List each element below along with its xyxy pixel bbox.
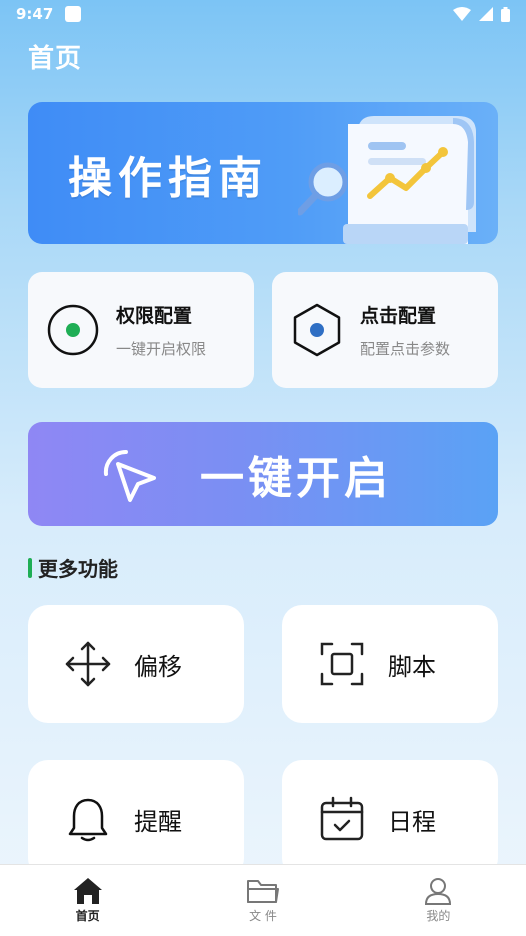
tab-home-label: 首页: [75, 909, 100, 923]
notification-icon: [65, 6, 82, 22]
user-icon: [425, 878, 452, 905]
section-accent-bar: [28, 557, 32, 578]
status-time: 9:47: [16, 5, 54, 23]
tab-mine-label: 我的: [426, 909, 451, 923]
one-key-start-button[interactable]: 一键开启: [28, 422, 498, 526]
home-icon: [73, 878, 102, 904]
radio-dot-icon: [46, 303, 100, 357]
one-key-start-label: 一键开启: [200, 453, 392, 504]
permission-config-title: 权限配置: [116, 305, 193, 327]
tab-files-label: 文 件: [249, 909, 277, 923]
tab-home[interactable]: 首页: [0, 865, 175, 936]
feature-schedule-label: 日程: [388, 807, 436, 836]
signal-icon: [479, 7, 493, 21]
tab-mine[interactable]: 我的: [351, 865, 526, 936]
bell-icon: [62, 793, 114, 845]
click-config-card[interactable]: 点击配置 配置点击参数: [272, 272, 498, 388]
battery-icon: [501, 6, 510, 22]
calendar-check-icon: [316, 793, 368, 845]
wifi-icon: [453, 7, 471, 21]
feature-schedule-card[interactable]: 日程: [282, 760, 498, 878]
status-bar: 9:47: [0, 0, 526, 28]
page-title: 首页: [28, 44, 83, 74]
guide-banner[interactable]: 操作指南: [28, 102, 498, 244]
hexagon-dot-icon: [290, 303, 344, 357]
feature-offset-card[interactable]: 偏移: [28, 605, 244, 723]
feature-reminder-card[interactable]: 提醒: [28, 760, 244, 878]
cursor-click-icon: [103, 449, 156, 502]
permission-config-card[interactable]: 权限配置 一键开启权限: [28, 272, 254, 388]
feature-reminder-label: 提醒: [134, 807, 182, 836]
move-arrows-icon: [62, 638, 114, 690]
section-title-text: 更多功能: [38, 557, 118, 581]
banner-title: 操作指南: [68, 153, 268, 204]
feature-script-label: 脚本: [388, 652, 436, 681]
feature-script-card[interactable]: 脚本: [282, 605, 498, 723]
click-config-subtitle: 配置点击参数: [360, 340, 451, 358]
more-features-heading: 更多功能: [28, 553, 118, 582]
scan-frame-icon: [316, 638, 368, 690]
bottom-tab-bar: 首页 文 件 我的: [0, 864, 526, 936]
guide-document-illustration: [298, 116, 476, 244]
click-config-title: 点击配置: [360, 305, 437, 327]
folder-icon: [246, 880, 279, 903]
tab-files[interactable]: 文 件: [175, 865, 350, 936]
status-icons: [453, 6, 510, 22]
permission-config-subtitle: 一键开启权限: [116, 340, 207, 358]
feature-offset-label: 偏移: [134, 652, 182, 681]
